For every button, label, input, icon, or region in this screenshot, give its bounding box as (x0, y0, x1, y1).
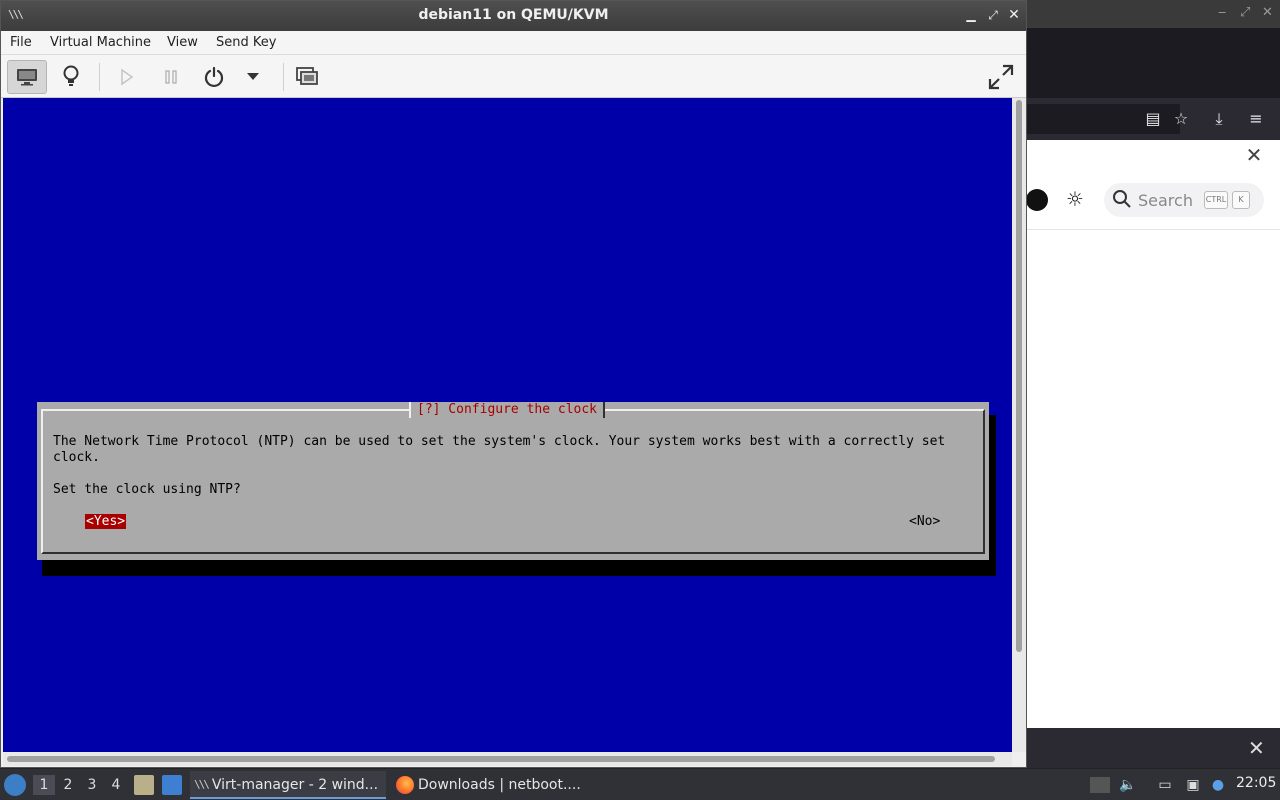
virt-manager-icon: \\\ (194, 778, 210, 791)
workspace-1[interactable]: 1 (33, 775, 55, 795)
clipboard-icon[interactable]: ▭ (1155, 775, 1175, 795)
tray-up-icon[interactable] (1090, 777, 1110, 793)
window-titlebar[interactable]: \\\ debian11 on QEMU/KVM ▁ ⤢ ✕ (1, 1, 1026, 31)
minimize-icon[interactable]: ‒ (1218, 5, 1226, 20)
menu-file[interactable]: File (10, 35, 32, 50)
shutdown-button[interactable] (194, 60, 234, 94)
workspace-4[interactable]: 4 (105, 775, 127, 795)
workspace-3[interactable]: 3 (81, 775, 103, 795)
task-label: Virt-manager - 2 wind... (211, 777, 379, 793)
desktop-icon[interactable] (162, 775, 182, 795)
lightbulb-icon (63, 65, 79, 86)
background-browser-window: ‒ ⤢ ✕ ▤ ☆ ⤓ ≡ ✕ ☼ Search CTRL K ✕ (1026, 0, 1280, 768)
update-notifier-icon[interactable]: ● (1208, 775, 1228, 795)
bookmark-star-icon[interactable]: ☆ (1170, 108, 1192, 130)
firefox-icon (396, 776, 414, 794)
search-box[interactable]: Search CTRL K (1104, 183, 1264, 217)
vertical-scrollbar[interactable] (1012, 98, 1026, 752)
monitor-icon (17, 69, 37, 86)
maximize-button[interactable]: ⤢ (983, 5, 1003, 25)
vm-console-display[interactable]: [?] Configure the clock The Network Time… (3, 98, 1012, 752)
download-icon[interactable]: ⤓ (1208, 108, 1230, 130)
clock[interactable]: 22:05 (1236, 775, 1276, 791)
maximize-icon[interactable]: ⤢ (1240, 5, 1250, 20)
fullscreen-button[interactable] (981, 60, 1021, 94)
kbd-k: K (1232, 191, 1250, 209)
minimize-button[interactable]: ▁ (961, 5, 981, 25)
pause-button[interactable] (151, 60, 191, 94)
snapshots-icon (296, 67, 318, 85)
volume-icon[interactable]: 🔈 (1118, 775, 1138, 795)
task-virt-manager[interactable]: \\\ Virt-manager - 2 wind... (190, 771, 386, 799)
github-icon[interactable] (1026, 189, 1048, 211)
run-button[interactable] (107, 60, 147, 94)
close-banner-icon[interactable]: ✕ (1242, 143, 1266, 167)
browser-tabstrip (1026, 28, 1280, 98)
vm-console-window: \\\ debian11 on QEMU/KVM ▁ ⤢ ✕ File Virt… (0, 0, 1027, 768)
close-notification-icon[interactable]: ✕ (1248, 736, 1265, 760)
yes-button[interactable]: <Yes> (85, 514, 127, 529)
dialog-body-line1: The Network Time Protocol (NTP) can be u… (53, 434, 946, 449)
theme-toggle-icon[interactable]: ☼ (1064, 188, 1086, 210)
configure-clock-dialog: [?] Configure the clock The Network Time… (37, 402, 989, 560)
network-icon[interactable]: ▣ (1183, 775, 1203, 795)
search-placeholder: Search (1138, 191, 1193, 210)
horizontal-scrollbar[interactable] (3, 752, 1012, 766)
toolbar (1, 55, 1026, 98)
reader-view-icon[interactable]: ▤ (1142, 108, 1164, 130)
power-icon (204, 66, 224, 88)
workspace-2[interactable]: 2 (57, 775, 79, 795)
menu-bar: File Virtual Machine View Send Key (1, 31, 1026, 55)
pause-icon (165, 70, 177, 84)
taskbar: 1 2 3 4 \\\ Virt-manager - 2 wind... Down… (0, 768, 1280, 800)
task-firefox[interactable]: Downloads | netboot.... (392, 771, 592, 799)
menu-virtual-machine[interactable]: Virtual Machine (50, 35, 151, 50)
snapshots-button[interactable] (287, 60, 327, 94)
kbd-ctrl: CTRL (1204, 191, 1228, 209)
menu-view[interactable]: View (167, 35, 198, 50)
shutdown-menu-button[interactable] (233, 60, 273, 94)
close-icon[interactable]: ✕ (1262, 5, 1273, 20)
console-view-button[interactable] (7, 60, 47, 94)
task-label: Downloads | netboot.... (418, 777, 581, 793)
details-view-button[interactable] (51, 60, 91, 94)
dropdown-arrow-icon (247, 73, 259, 80)
dialog-body-line2: clock. (53, 450, 100, 465)
fullscreen-icon (988, 64, 1014, 90)
menu-send-key[interactable]: Send Key (216, 35, 276, 50)
play-icon (121, 68, 134, 86)
menu-icon[interactable]: ≡ (1245, 108, 1267, 130)
start-menu-icon[interactable] (4, 774, 26, 796)
dialog-question: Set the clock using NTP? (53, 482, 241, 497)
window-title: debian11 on QEMU/KVM (418, 7, 609, 23)
notification-bar: ✕ (1026, 728, 1280, 768)
dialog-title: [?] Configure the clock (409, 402, 606, 418)
no-button[interactable]: <No> (909, 514, 940, 529)
close-button[interactable]: ✕ (1004, 5, 1024, 25)
browser-titlebar: ‒ ⤢ ✕ (1026, 0, 1280, 28)
search-icon (1113, 190, 1131, 208)
file-manager-icon[interactable] (134, 775, 154, 795)
